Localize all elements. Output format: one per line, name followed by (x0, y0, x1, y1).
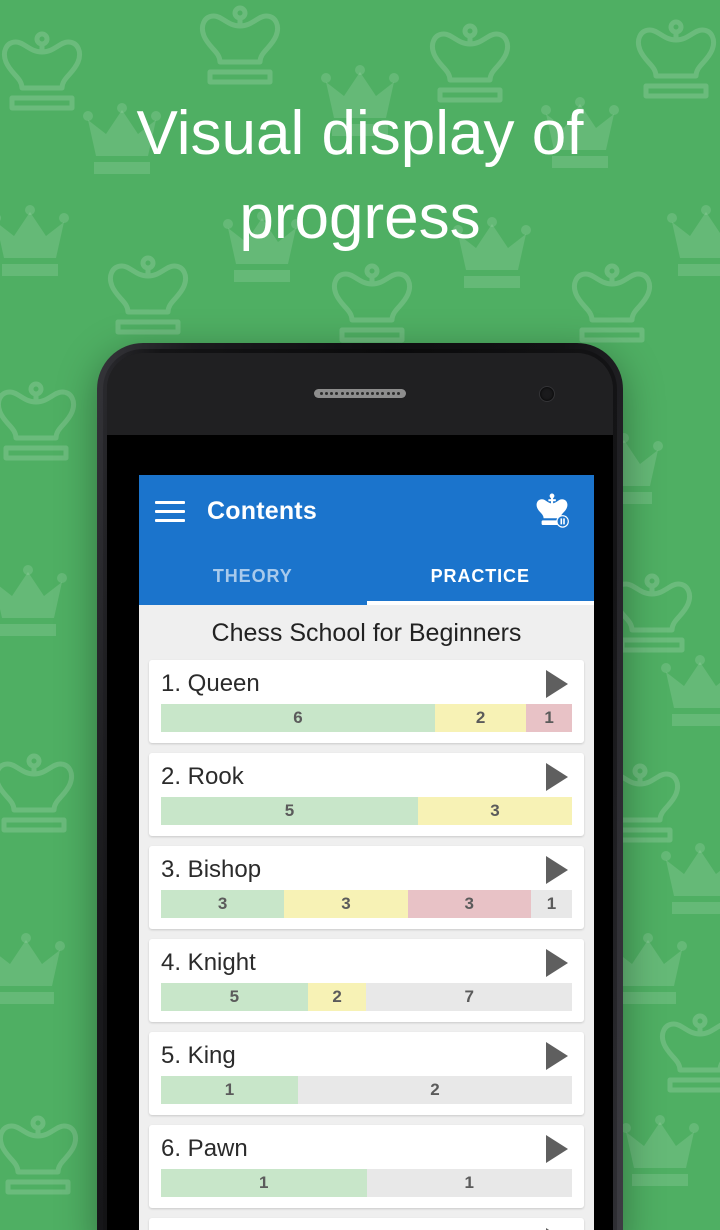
app-bar: Contents THEORY PRACTICE (139, 475, 594, 605)
lesson-card-header: 1. Queen (161, 668, 572, 704)
lesson-card[interactable]: 1. Queen 6 2 1 (149, 660, 584, 743)
progress-segment-grey: 1 (366, 1169, 572, 1197)
lesson-card[interactable]: 4. Knight 5 2 7 (149, 939, 584, 1022)
speaker-grille-icon (314, 389, 406, 398)
progress-segment-yellow: 2 (307, 983, 367, 1011)
tab-theory-label: THEORY (212, 565, 293, 586)
progress-segment-pink: 1 (526, 704, 572, 732)
front-camera-icon (539, 386, 555, 402)
progress-segment-yellow: 3 (417, 797, 572, 825)
tab-practice[interactable]: PRACTICE (366, 547, 595, 605)
hamburger-menu-icon[interactable] (155, 494, 189, 528)
lesson-title: 5. King (161, 1042, 236, 1069)
lesson-card-header: 5. King (161, 1040, 572, 1076)
progress-segment-yellow: 2 (434, 704, 527, 732)
play-triangle-icon[interactable] (546, 1135, 568, 1163)
progress-segment-green: 6 (161, 704, 435, 732)
app-screen: Contents THEORY PRACTICE Chess School fo… (139, 475, 594, 1230)
lesson-list-container[interactable]: Chess School for Beginners 1. Queen 6 2 1 2.… (139, 605, 594, 1230)
lesson-card[interactable]: 5. King 1 2 (149, 1032, 584, 1115)
lesson-title: 1. Queen (161, 670, 260, 697)
tab-practice-label: PRACTICE (430, 565, 530, 586)
lesson-card-header: 2. Rook (161, 761, 572, 797)
lesson-card[interactable]: 2. Rook 5 3 (149, 753, 584, 836)
play-triangle-icon[interactable] (546, 670, 568, 698)
promo-headline-line-1: Visual display of (136, 99, 584, 168)
phone-screen-area: Contents THEORY PRACTICE Chess School fo… (107, 435, 613, 1230)
lesson-title: 4. Knight (161, 949, 256, 976)
play-triangle-icon[interactable] (546, 763, 568, 791)
lesson-progress-bar: 3331 (161, 890, 572, 918)
promo-banner: Visual display of progress Contents THEO… (0, 0, 720, 1230)
lesson-card-header: 6. Pawn (161, 1133, 572, 1169)
progress-segment-green: 3 (161, 890, 285, 918)
lesson-progress-bar: 621 (161, 704, 572, 732)
lesson-title: 6. Pawn (161, 1135, 248, 1162)
lesson-progress-bar: 53 (161, 797, 572, 825)
progress-segment-grey: 1 (530, 890, 572, 918)
progress-segment-green: 5 (161, 983, 308, 1011)
play-triangle-icon[interactable] (546, 1042, 568, 1070)
lesson-card-header: 4. Knight (161, 947, 572, 983)
lesson-title: 2. Rook (161, 763, 244, 790)
tab-bar: THEORY PRACTICE (139, 547, 594, 605)
progress-segment-pink: 3 (407, 890, 531, 918)
progress-segment-grey: 2 (297, 1076, 572, 1104)
chess-king-pause-icon[interactable] (526, 485, 578, 537)
page-title: Contents (207, 496, 317, 525)
lesson-progress-bar: 527 (161, 983, 572, 1011)
lesson-title: 3. Bishop (161, 856, 262, 883)
play-triangle-icon[interactable] (546, 949, 568, 977)
promo-headline-line-2: progress (239, 183, 481, 252)
play-triangle-icon[interactable] (546, 856, 568, 884)
phone-device-inner-frame: Contents THEORY PRACTICE Chess School fo… (103, 349, 617, 1230)
lesson-card[interactable]: 6. Pawn 1 1 (149, 1125, 584, 1208)
progress-segment-green: 1 (161, 1076, 298, 1104)
lesson-card-header: 7. Capture (161, 1226, 572, 1230)
progress-segment-yellow: 3 (284, 890, 408, 918)
course-title: Chess School for Beginners (211, 619, 522, 647)
tab-theory[interactable]: THEORY (139, 547, 367, 605)
progress-segment-green: 1 (161, 1169, 367, 1197)
lesson-card-header: 3. Bishop (161, 854, 572, 890)
progress-segment-grey: 7 (366, 983, 572, 1011)
phone-device-mockup: Contents THEORY PRACTICE Chess School fo… (97, 343, 623, 1230)
lesson-card[interactable]: 7. Capture2126 (149, 1218, 584, 1230)
promo-headline: Visual display of progress (0, 92, 720, 260)
phone-top-bezel (107, 353, 613, 435)
app-bar-main-row: Contents (139, 475, 594, 547)
lesson-progress-bar: 11 (161, 1169, 572, 1197)
lesson-progress-bar: 12 (161, 1076, 572, 1104)
progress-segment-green: 5 (161, 797, 418, 825)
lesson-card[interactable]: 3. Bishop 3 3 3 1 (149, 846, 584, 929)
lesson-list: 1. Queen 6 2 1 2. Rook 5 3 3. Bishop 3 3 3 1 4. Knig… (139, 660, 594, 1230)
phone-device-face: Contents THEORY PRACTICE Chess School fo… (107, 353, 613, 1230)
